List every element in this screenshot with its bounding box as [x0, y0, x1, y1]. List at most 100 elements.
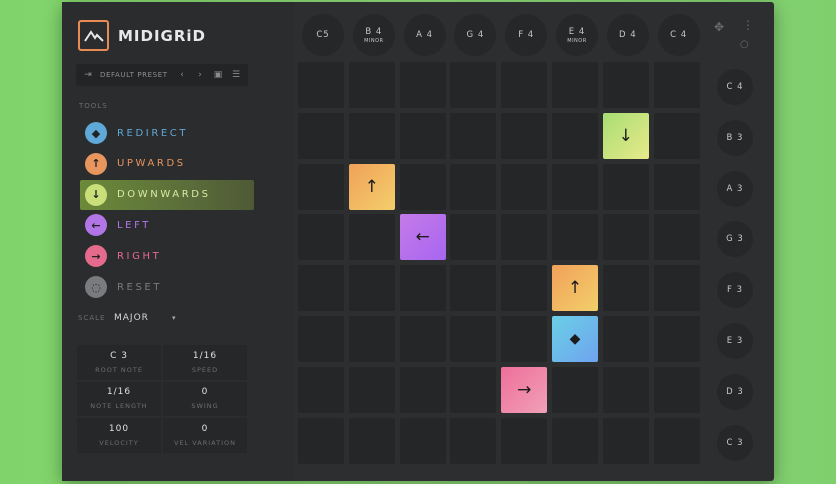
param-note-length[interactable]: 1/16 NOTE LENGTH: [77, 381, 161, 417]
grid-pad[interactable]: [450, 316, 497, 362]
grid-pad[interactable]: [653, 265, 700, 312]
grid-pad[interactable]: [450, 366, 497, 413]
grid-pad[interactable]: [399, 417, 446, 464]
column-note-button[interactable]: C 4: [657, 14, 700, 56]
grid-pad[interactable]: [298, 62, 344, 108]
chevron-down-icon[interactable]: ▾: [172, 314, 176, 322]
grid-pad[interactable]: [501, 265, 548, 312]
grid-pad[interactable]: [501, 163, 548, 210]
grid-pad[interactable]: [501, 62, 548, 108]
preset-name[interactable]: DEFAULT PRESET: [100, 71, 170, 79]
grid-pad[interactable]: [348, 366, 395, 413]
menu-icon[interactable]: ☰: [230, 69, 242, 81]
column-note-button[interactable]: F 4: [505, 14, 548, 56]
grid-pad[interactable]: [602, 316, 649, 362]
grid-pad[interactable]: [399, 366, 446, 413]
grid-pad[interactable]: [399, 112, 446, 159]
row-note-button[interactable]: D 3: [717, 373, 753, 410]
grid-pad[interactable]: [552, 214, 598, 261]
grid-pad[interactable]: [298, 112, 344, 159]
grid-pad[interactable]: ↓: [602, 112, 649, 159]
grid-pad[interactable]: [298, 265, 344, 312]
grid-pad[interactable]: [501, 316, 548, 362]
grid-pad[interactable]: ↑: [552, 265, 598, 312]
tool-redirect[interactable]: ◆ REDIRECT: [80, 118, 254, 148]
grid-pad[interactable]: [399, 163, 446, 210]
grid-pad[interactable]: [653, 112, 700, 159]
grid-pad[interactable]: [348, 316, 395, 362]
grid-pad[interactable]: [501, 112, 548, 159]
grid-pad[interactable]: [348, 417, 395, 464]
row-note-button[interactable]: E 3: [717, 323, 753, 359]
grid-pad[interactable]: [298, 163, 344, 210]
grid-pad[interactable]: [602, 265, 649, 312]
grid-pad[interactable]: [450, 265, 497, 312]
grid-pad[interactable]: [450, 417, 497, 464]
grid-pad[interactable]: [653, 163, 700, 210]
grid-pad[interactable]: [552, 62, 598, 108]
grid-pad[interactable]: [298, 366, 344, 413]
load-preset-icon[interactable]: ⇥: [82, 69, 94, 81]
grid-pad[interactable]: [399, 265, 446, 312]
grid-pad[interactable]: ←: [399, 214, 446, 261]
grid-pad[interactable]: [501, 214, 548, 261]
param-root-note[interactable]: C 3 ROOT NOTE: [77, 345, 161, 380]
row-note-button[interactable]: C 3: [717, 424, 753, 461]
grid-pad[interactable]: [552, 366, 598, 413]
grid-pad[interactable]: [501, 417, 548, 464]
column-note-button[interactable]: D 4: [606, 14, 649, 56]
next-preset-icon[interactable]: ›: [194, 69, 206, 81]
param-swing[interactable]: 0 SWING: [163, 381, 247, 417]
grid-pad[interactable]: [399, 62, 446, 108]
grid-pad[interactable]: [450, 163, 497, 210]
grid-pad[interactable]: [653, 214, 700, 261]
column-note-button[interactable]: A 4: [403, 14, 446, 56]
grid-pad[interactable]: [552, 417, 598, 464]
tool-downwards[interactable]: ↓ DOWNWARDS: [80, 179, 254, 210]
tool-upwards[interactable]: ↑ UPWARDS: [80, 149, 254, 179]
column-note-button[interactable]: C5: [302, 14, 344, 56]
row-note-button[interactable]: G 3: [717, 221, 753, 258]
more-options-icon[interactable]: ⋮: [742, 18, 754, 32]
grid-pad[interactable]: [298, 316, 344, 362]
param-velocity[interactable]: 100 VELOCITY: [77, 418, 161, 453]
param-speed[interactable]: 1/16 SPEED: [163, 345, 247, 380]
save-icon[interactable]: ▣: [212, 69, 224, 81]
tool-left[interactable]: ← LEFT: [80, 210, 254, 240]
grid-pad[interactable]: [602, 163, 649, 210]
column-note-button[interactable]: G 4: [454, 14, 497, 56]
grid-pad[interactable]: [653, 62, 700, 108]
grid-pad[interactable]: [602, 417, 649, 464]
column-note-button[interactable]: B 4 MINOR: [352, 14, 395, 56]
row-note-button[interactable]: F 3: [717, 272, 753, 309]
grid-pad[interactable]: →: [501, 366, 548, 413]
grid-pad[interactable]: [552, 163, 598, 210]
grid-pad[interactable]: [399, 316, 446, 362]
column-note-button[interactable]: E 4 MINOR: [556, 14, 598, 56]
row-note-button[interactable]: A 3: [717, 170, 753, 207]
grid-pad[interactable]: ◆: [552, 316, 598, 362]
param-vel-variation[interactable]: 0 VEL VARIATION: [163, 418, 247, 453]
grid-pad[interactable]: [602, 62, 649, 108]
grid-pad[interactable]: [298, 417, 344, 464]
grid-pad[interactable]: [653, 316, 700, 362]
scale-select[interactable]: MAJOR: [114, 313, 172, 323]
grid-pad[interactable]: [450, 112, 497, 159]
grid-pad[interactable]: [348, 112, 395, 159]
tool-reset[interactable]: ◌ RESET: [80, 272, 254, 302]
grid-pad[interactable]: [653, 366, 700, 413]
row-note-button[interactable]: C 4: [717, 69, 753, 105]
grid-pad[interactable]: [298, 214, 344, 261]
grid-pad[interactable]: [653, 417, 700, 464]
grid-pad[interactable]: [552, 112, 598, 159]
power-icon[interactable]: ○: [740, 39, 749, 50]
grid-pad[interactable]: [450, 62, 497, 108]
grid-pad[interactable]: [450, 214, 497, 261]
grid-pad[interactable]: [602, 366, 649, 413]
grid-pad[interactable]: ↑: [348, 163, 395, 210]
move-icon[interactable]: ✥: [714, 20, 724, 34]
grid-pad[interactable]: [602, 214, 649, 261]
tool-right[interactable]: → RIGHT: [80, 241, 254, 271]
grid-pad[interactable]: [348, 265, 395, 312]
prev-preset-icon[interactable]: ‹: [176, 69, 188, 81]
